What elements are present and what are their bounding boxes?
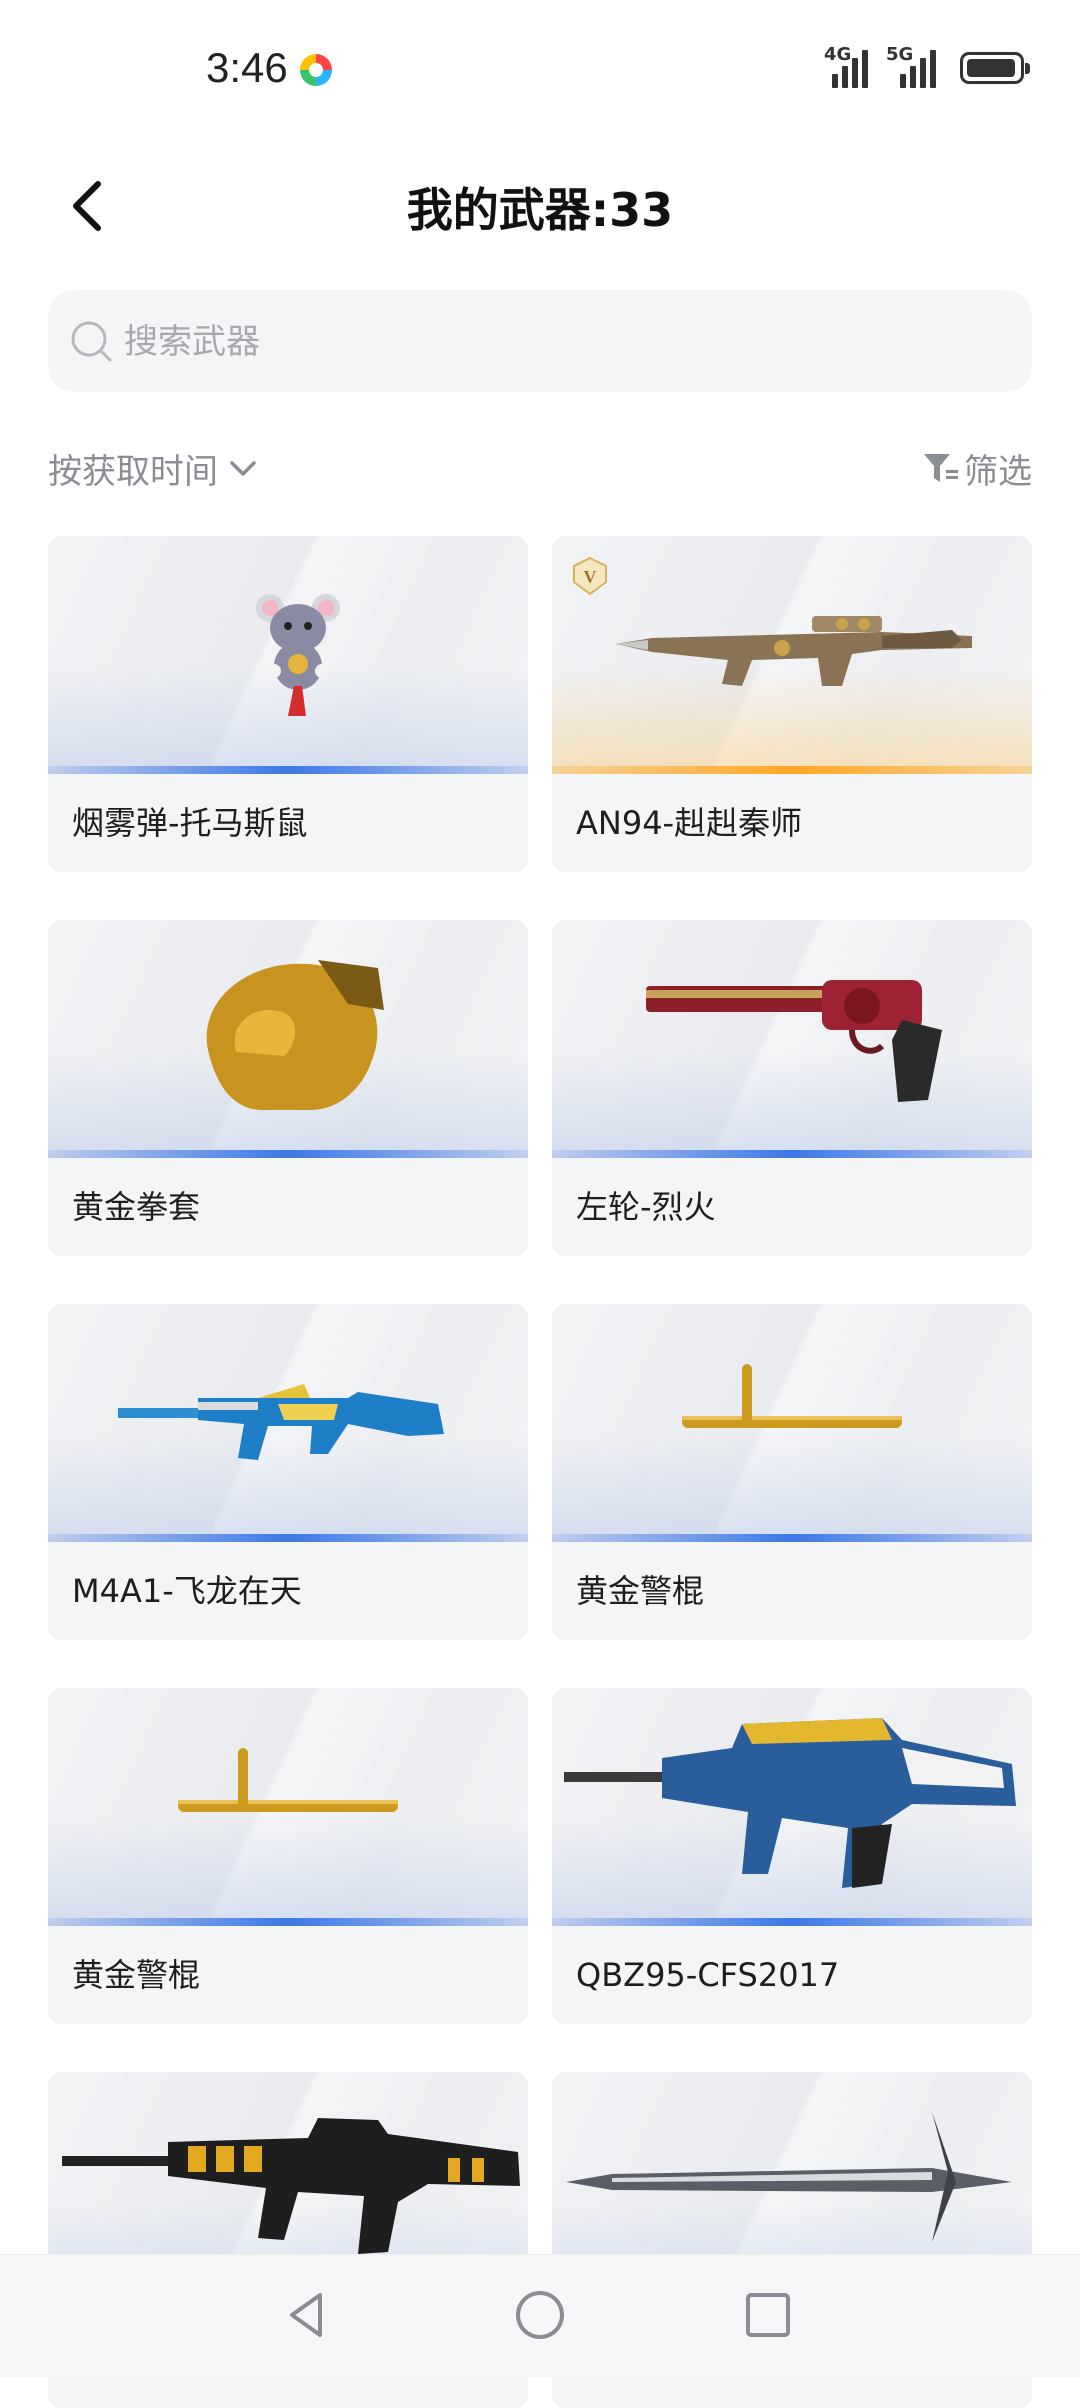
weapon-name: QBZ95-CFS2017 — [576, 1956, 840, 1994]
system-navigation-bar — [0, 2254, 1080, 2377]
weapon-name: 烟雾弹-托马斯鼠 — [72, 804, 308, 842]
weapon-card[interactable]: V AN94-赳赳秦师 — [552, 536, 1032, 872]
weapon-card[interactable]: 黄金警棍 — [552, 1304, 1032, 1640]
qbz95-rifle-icon — [564, 1718, 1016, 1888]
m4a1-rifle-icon — [118, 1384, 444, 1460]
header: 我的武器:33 — [0, 150, 1080, 260]
boxing-glove-icon — [206, 960, 384, 1110]
weapon-card[interactable]: 左轮-烈火 — [552, 920, 1032, 1256]
baton-icon — [178, 1748, 398, 1812]
baton-icon — [682, 1364, 902, 1428]
search-icon — [71, 321, 112, 362]
nav-recents-button[interactable] — [736, 2283, 800, 2347]
triangle-back-icon — [290, 2293, 322, 2337]
weapon-name: 黄金警棍 — [72, 1956, 201, 1994]
weapon-card[interactable]: QBZ95-CFS2017 — [552, 1688, 1032, 2024]
weapon-name: AN94-赳赳秦师 — [576, 804, 803, 842]
svg-text:V: V — [584, 567, 597, 587]
nav-home-button[interactable] — [508, 2283, 572, 2347]
an94-rifle-icon — [616, 616, 972, 686]
signal-4g-icon: 4G — [824, 44, 874, 88]
weapon-image — [48, 536, 528, 774]
weapon-image — [48, 1688, 528, 1926]
filter-icon — [924, 454, 958, 482]
weapon-image: V — [552, 536, 1032, 774]
revolver-icon — [646, 980, 942, 1102]
v-badge-icon: V — [573, 556, 607, 596]
square-recents-icon — [746, 2293, 790, 2337]
page-title: 我的武器:33 — [406, 183, 674, 237]
weapon-image — [48, 1304, 528, 1542]
sort-label: 按获取时间 — [48, 451, 218, 492]
nav-back-button[interactable] — [276, 2283, 340, 2347]
weapon-name: 黄金拳套 — [72, 1188, 201, 1226]
weapon-card[interactable]: 黄金拳套 — [48, 920, 528, 1256]
weapon-card[interactable]: 烟雾弹-托马斯鼠 — [48, 536, 528, 872]
weapon-image — [552, 920, 1032, 1158]
search-input[interactable] — [122, 290, 1006, 394]
weapon-name: M4A1-飞龙在天 — [72, 1572, 302, 1610]
mouse-grenade-icon — [256, 594, 340, 716]
circle-home-icon — [516, 2291, 564, 2339]
weapon-name: 左轮-烈火 — [576, 1188, 716, 1226]
filter-label: 筛选 — [964, 451, 1032, 492]
app-notification-icon — [300, 54, 332, 86]
battery-fill — [967, 59, 1015, 77]
weapon-image — [48, 920, 528, 1158]
status-time: 3:46 — [206, 44, 288, 91]
chevron-down-icon — [230, 461, 256, 476]
weapon-card[interactable]: M4A1-飞龙在天 — [48, 1304, 528, 1640]
search-bar[interactable] — [48, 290, 1032, 394]
signal-5g-icon: 5G — [886, 44, 946, 88]
weapon-image — [552, 1304, 1032, 1542]
weapon-card[interactable]: 黄金警棍 — [48, 1688, 528, 2024]
weapon-image — [552, 1688, 1032, 1926]
filter-button[interactable]: 筛选 — [920, 438, 1032, 498]
status-bar: 3:46 4G 5G — [0, 0, 1080, 140]
sort-dropdown[interactable]: 按获取时间 — [48, 438, 260, 498]
battery-icon — [960, 52, 1030, 84]
weapon-name: 黄金警棍 — [576, 1572, 705, 1610]
